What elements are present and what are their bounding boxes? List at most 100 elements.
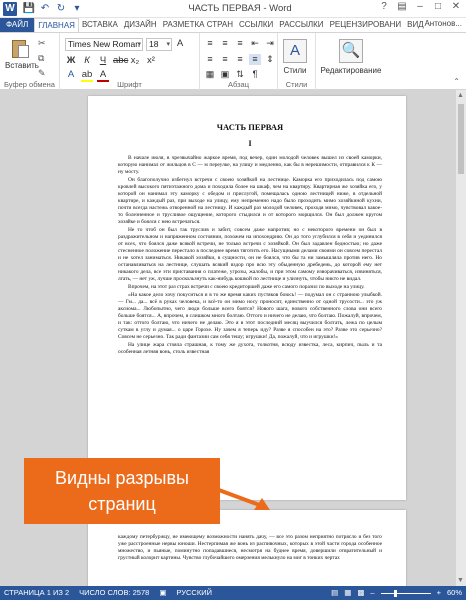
proofing-icon[interactable]: ▣ (159, 586, 166, 600)
paragraph: «На какое дело хочу покуситься и в то же… (118, 292, 382, 340)
chevron-down-icon: ▾ (137, 41, 141, 48)
tab-insert[interactable]: ВСТАВКА (79, 18, 121, 32)
collapse-ribbon-icon[interactable]: ⌃ (453, 77, 460, 86)
zoom-slider-thumb[interactable] (394, 589, 398, 597)
read-mode-icon[interactable]: ▤ (331, 586, 338, 600)
close-icon[interactable]: ✕ (450, 1, 462, 12)
list-buttons: ≡ ≡ ≡ ⇤ ⇥ (204, 38, 276, 49)
ribbon-tabs: ФАЙЛ ГЛАВНАЯ ВСТАВКА ДИЗАЙН РАЗМЕТКА СТР… (0, 18, 466, 32)
paragraph: В начале июля, в чрезвычайно жаркое врем… (118, 155, 382, 175)
paragraph: На улице жара стояла страшная, к тому же… (118, 342, 382, 355)
tab-view[interactable]: ВИД (404, 18, 427, 32)
show-marks-icon[interactable]: ¶ (249, 69, 261, 80)
editing-group: 🔍 Редактирование (316, 33, 386, 91)
align-left-icon[interactable]: ≡ (204, 54, 216, 65)
decrease-indent-icon[interactable]: ⇤ (249, 38, 261, 49)
font-size-box[interactable]: 18 ▾ (146, 38, 172, 51)
grow-font-icon[interactable]: A (174, 38, 186, 49)
maximize-icon[interactable]: □ (432, 1, 444, 12)
tab-review[interactable]: РЕЦЕНЗИРОВАНИ (327, 18, 405, 32)
paragraph: Не то чтоб он был так труслив и забит, с… (118, 227, 382, 282)
scroll-thumb[interactable] (458, 104, 464, 174)
tab-mailings[interactable]: РАССЫЛКИ (276, 18, 326, 32)
font-name-value: Times New Roman (68, 39, 140, 49)
redo-icon[interactable]: ↻ (54, 2, 68, 16)
language[interactable]: РУССКИЙ (176, 586, 212, 600)
paragraph-group-label: Абзац (227, 80, 250, 89)
paragraph: Впрочем, на этот раз страх встречи с сво… (128, 284, 365, 290)
tab-file[interactable]: ФАЙЛ (0, 18, 35, 32)
tab-references[interactable]: ССЫЛКИ (236, 18, 276, 32)
print-layout-icon[interactable]: ▦ (344, 586, 351, 600)
vertical-scrollbar[interactable]: ▲ ▼ (456, 90, 466, 586)
justify-icon[interactable]: ≡ (249, 54, 261, 65)
page-count[interactable]: СТРАНИЦА 1 ИЗ 2 (4, 586, 69, 600)
copy-icon[interactable]: ⧉ (38, 53, 46, 64)
page-1[interactable]: ЧАСТЬ ПЕРВАЯ I В начале июля, в чрезвыча… (88, 96, 406, 500)
status-bar: СТРАНИЦА 1 ИЗ 2 ЧИСЛО СЛОВ: 2578 ▣ РУССК… (0, 586, 466, 600)
subscript-icon[interactable]: x₂ (129, 55, 141, 66)
page-1-content: ЧАСТЬ ПЕРВАЯ I В начале июля, в чрезвыча… (118, 122, 382, 357)
strikethrough-icon[interactable]: abc (113, 55, 128, 66)
clipboard-small-buttons: ✂ ⧉ ✎ (38, 38, 46, 79)
editing-button[interactable]: 🔍 Редактирование (318, 39, 384, 75)
tab-home[interactable]: ГЛАВНАЯ (34, 18, 79, 32)
align-right-icon[interactable]: ≡ (234, 54, 246, 65)
minimize-icon[interactable]: – (414, 1, 426, 12)
scroll-up-icon[interactable]: ▲ (457, 92, 464, 99)
callout-box: Видны разрывы страниц (24, 458, 220, 524)
bullets-icon[interactable]: ≡ (204, 38, 216, 49)
tab-layout[interactable]: РАЗМЕТКА СТРАН (160, 18, 236, 32)
undo-icon[interactable]: ↶ (38, 2, 52, 16)
tab-design[interactable]: ДИЗАЙН (121, 18, 160, 32)
customize-qat-icon[interactable]: ▾ (70, 2, 84, 16)
shading-icon[interactable]: ▦ (204, 69, 216, 80)
paragraph: каждому петербуржцу, не имеющему возможн… (118, 534, 382, 561)
shading-buttons: ▦ ▣ ⇅ ¶ (204, 69, 261, 80)
font-group: Times New Roman ▾ 18 ▾ A Ж К Ч abc x₂ x²… (60, 33, 200, 91)
page-2-content: каждому петербуржцу, не имеющему возможн… (118, 534, 382, 563)
align-center-icon[interactable]: ≡ (219, 54, 231, 65)
chapter-number: I (248, 139, 252, 148)
quick-access-toolbar: 💾 ↶ ↻ ▾ (22, 2, 84, 16)
underline-icon[interactable]: Ч (97, 55, 109, 66)
paragraph-group: ≡ ≡ ≡ ⇤ ⇥ ≡ ≡ ≡ ≡ ⇕ ▦ ▣ ⇅ ¶ Абзац (200, 33, 278, 91)
paste-button[interactable]: Вставить (5, 37, 39, 77)
zoom-out-icon[interactable]: – (370, 586, 374, 600)
page-title: ЧАСТЬ ПЕРВАЯ (216, 122, 284, 132)
callout-arrow-icon (207, 484, 270, 510)
ribbon-display-icon[interactable]: ▤ (396, 1, 408, 12)
web-layout-icon[interactable]: ▩ (357, 586, 364, 600)
sort-icon[interactable]: ⇅ (234, 69, 246, 80)
increase-indent-icon[interactable]: ⇥ (264, 38, 276, 49)
word-count[interactable]: ЧИСЛО СЛОВ: 2578 (79, 586, 149, 600)
help-icon[interactable]: ? (378, 1, 390, 12)
chevron-down-icon: ▾ (166, 41, 170, 48)
styles-group: A Стили Стили (278, 33, 316, 91)
font-size-value: 18 (149, 39, 159, 49)
zoom-in-icon[interactable]: + (437, 586, 441, 600)
styles-button[interactable]: A Стили (283, 39, 307, 75)
italic-icon[interactable]: К (81, 55, 93, 66)
multilevel-list-icon[interactable]: ≡ (234, 38, 246, 49)
cut-icon[interactable]: ✂ (38, 38, 46, 49)
paragraph: Он благополучно избегнул встречи с своею… (118, 177, 382, 225)
save-icon[interactable]: 💾 (22, 2, 36, 16)
bold-icon[interactable]: Ж (65, 55, 77, 66)
borders-icon[interactable]: ▣ (219, 69, 231, 80)
line-spacing-icon[interactable]: ⇕ (264, 54, 276, 65)
numbering-icon[interactable]: ≡ (219, 38, 231, 49)
styles-icon: A (283, 39, 307, 63)
word-logo-icon[interactable]: W (3, 2, 17, 16)
font-group-label: Шрифт (117, 80, 142, 89)
user-account[interactable]: Антонов... (424, 19, 462, 28)
zoom-level[interactable]: 60% (447, 586, 462, 600)
zoom-slider[interactable] (380, 589, 431, 597)
font-name-box[interactable]: Times New Roman ▾ (65, 38, 143, 51)
scroll-down-icon[interactable]: ▼ (457, 577, 464, 584)
format-painter-icon[interactable]: ✎ (38, 68, 46, 79)
align-buttons: ≡ ≡ ≡ ≡ ⇕ (204, 54, 276, 65)
superscript-icon[interactable]: x² (145, 55, 157, 66)
ribbon: Вставить ✂ ⧉ ✎ Буфер обмена Times New Ro… (0, 32, 466, 91)
paste-icon (10, 37, 30, 59)
